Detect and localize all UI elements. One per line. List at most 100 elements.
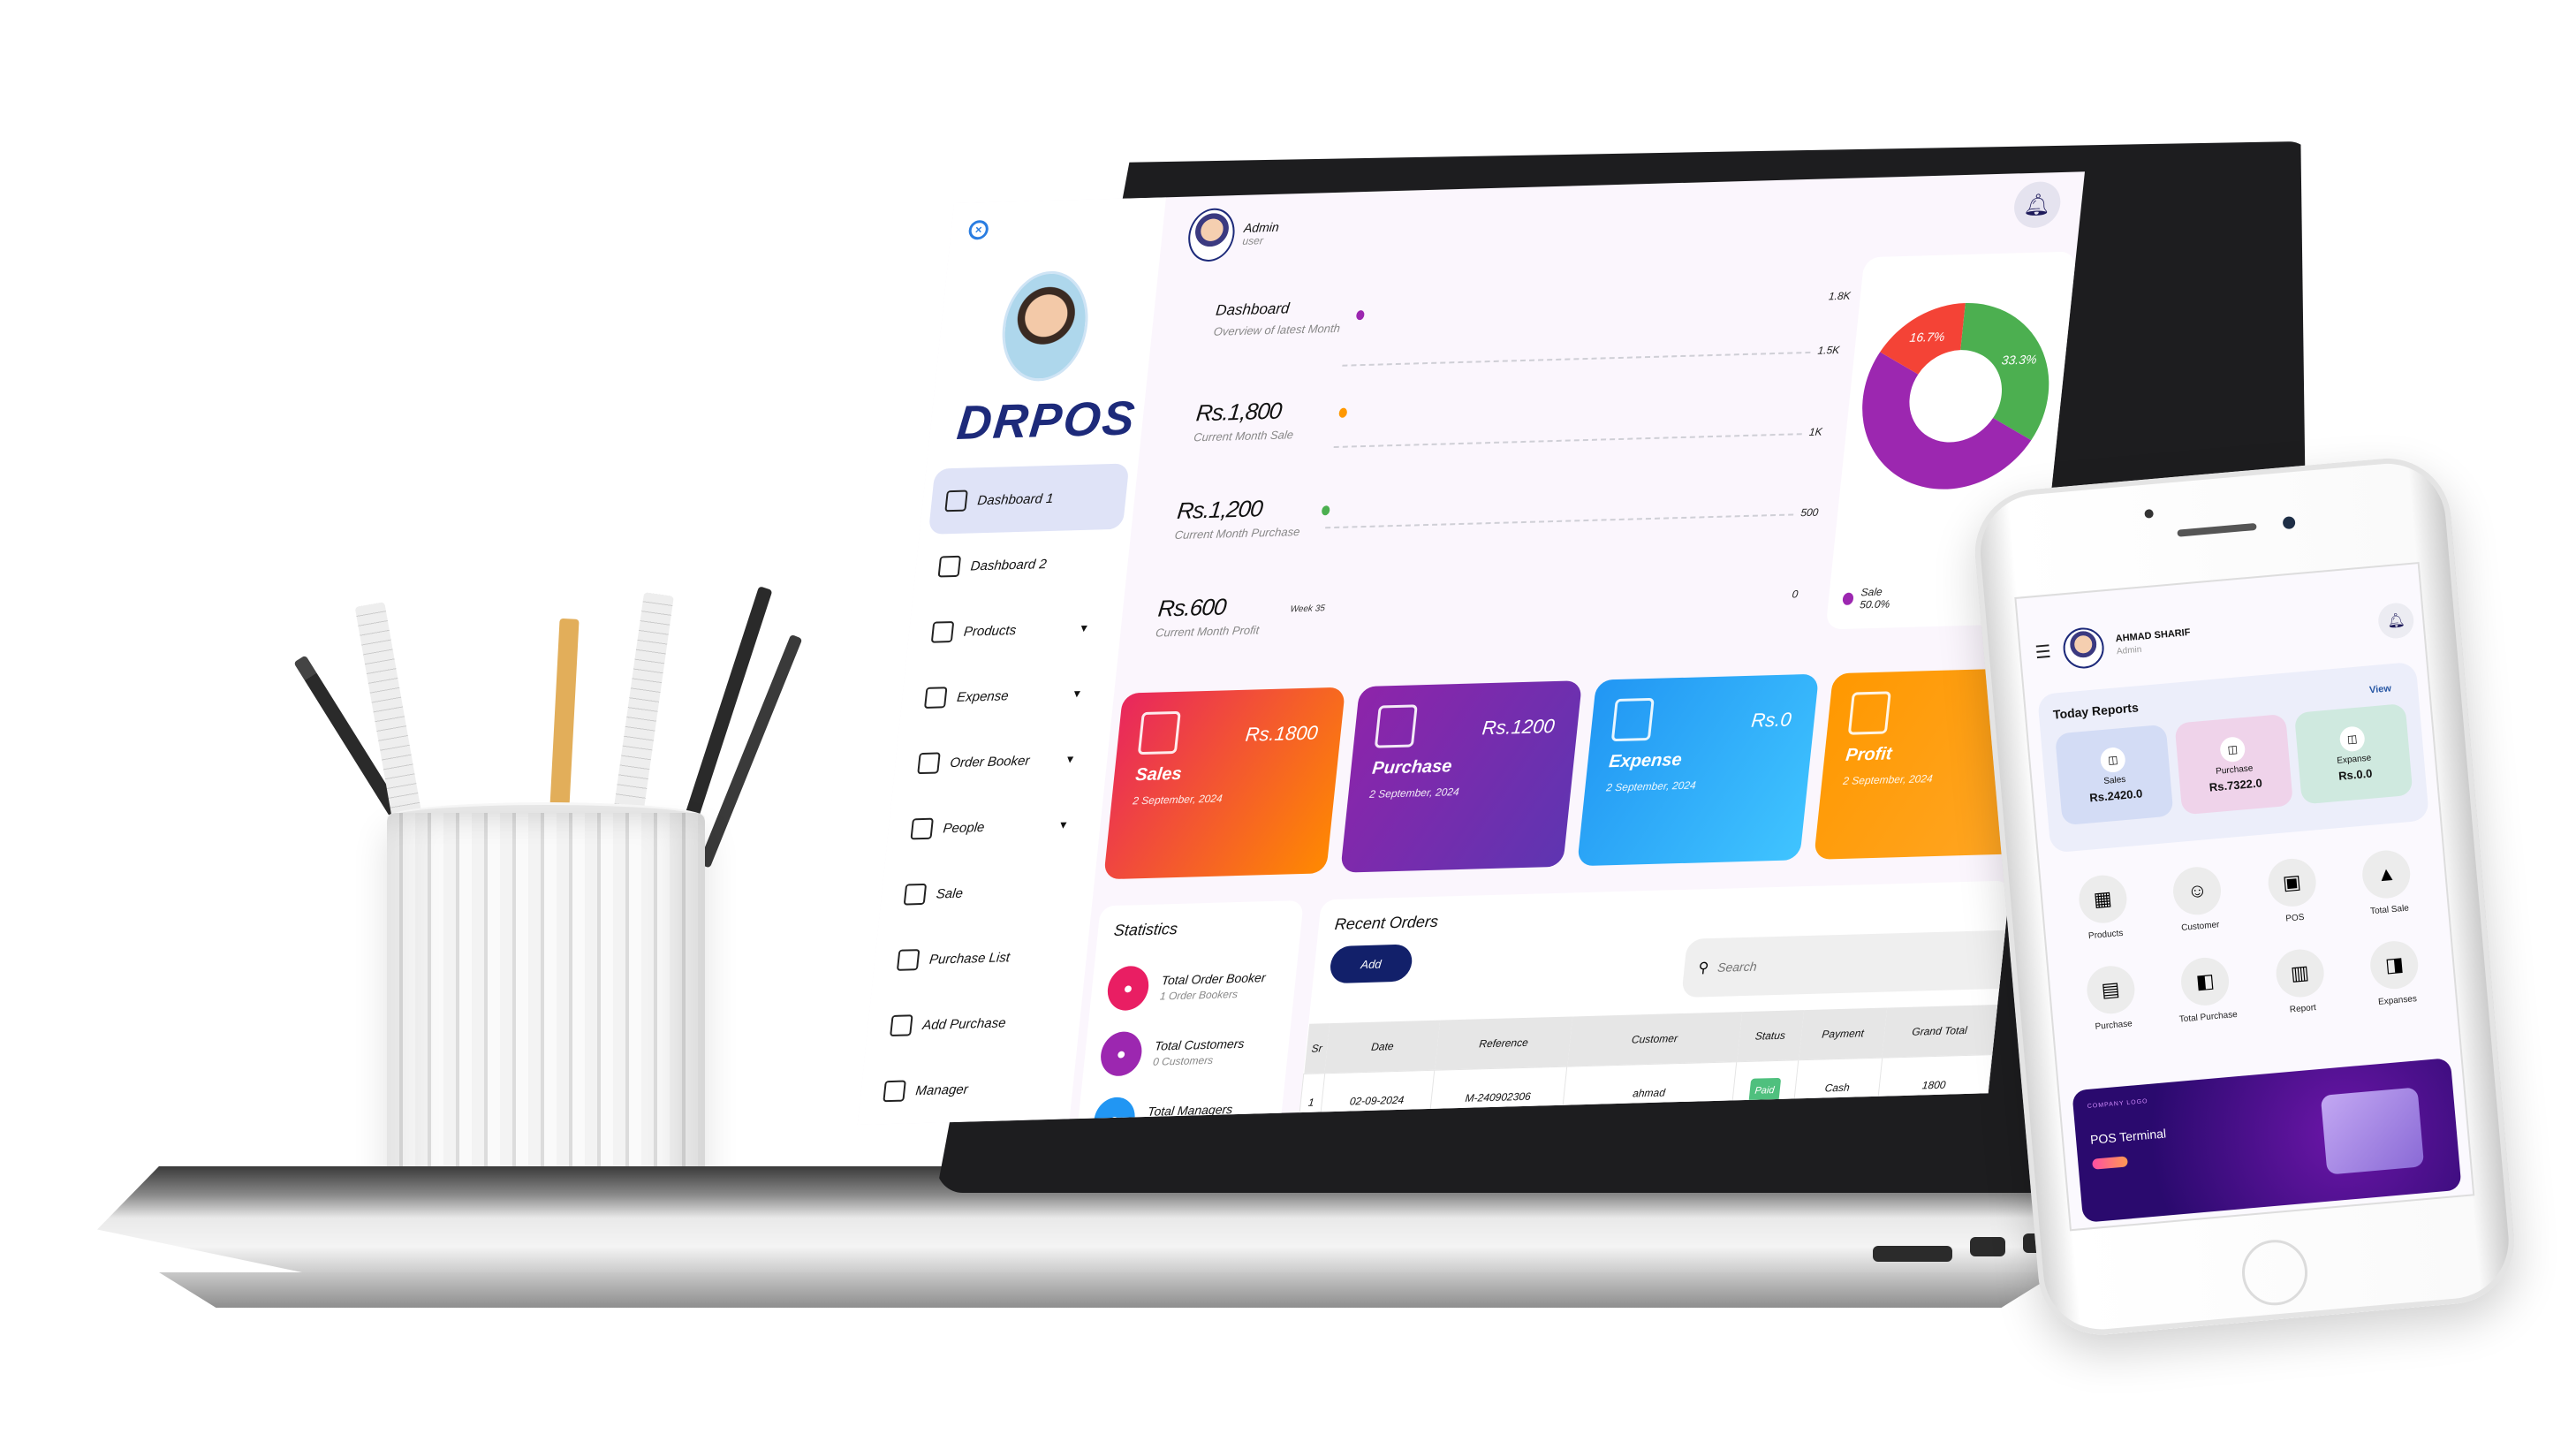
card-value: Rs.1200 (1481, 714, 1557, 740)
card-title: Sales (1134, 763, 1183, 786)
sidebar-item-dashboard-1[interactable]: Dashboard 1 (928, 463, 1130, 535)
online-purchase-icon: ▤ (2084, 964, 2137, 1016)
donut-slice-purchase[interactable] (1951, 300, 2058, 443)
menu-item-purchase[interactable]: ▤ Purchase (2061, 962, 2161, 1035)
gridline (1342, 351, 1811, 367)
stat-text: Total Customers 0 Customers (1153, 1036, 1246, 1067)
boxes-icon: ▦ (2076, 873, 2129, 925)
shopping-bag-icon (1374, 704, 1418, 748)
report-card-purchase[interactable]: ◫ Purchase Rs.7322.0 (2174, 713, 2294, 816)
menu-item-total-purchase[interactable]: ◧ Total Purchase (2156, 953, 2255, 1026)
statistics-panel: Statistics ● Total Order Booker 1 Order Bo… (1076, 899, 1304, 1126)
menu-item-customer[interactable]: ☺ Customer (2148, 863, 2247, 936)
summary-card-purchase[interactable]: Rs.1200 Purchase 2 September, 2024 (1340, 680, 1583, 873)
column-header[interactable]: Customer (1567, 1012, 1742, 1066)
column-header[interactable]: Payment (1798, 1007, 1888, 1060)
stat-label: Current Month Sale (1193, 428, 1294, 444)
gridline (1333, 432, 1802, 448)
phone-user-avatar (2061, 626, 2106, 671)
legend-label: Sale (1860, 585, 1883, 599)
overview-chart: Dashboard Overview of latest Month Rs.1,… (1142, 285, 1852, 675)
stat-row[interactable]: ● Total Customers 0 Customers (1097, 1017, 1276, 1088)
phone-menu-grid: ▦ Products ☺ Customer ▣ POS ▲ Total Sale ▤ Purcha… (2053, 846, 2445, 1035)
phone-notification-button[interactable]: 🔔︎ (2376, 601, 2415, 641)
products-icon (930, 620, 955, 643)
report-card-sales[interactable]: ◫ Sales Rs.2420.0 (2054, 724, 2174, 826)
pos-terminal-banner[interactable]: COMPANY LOGO POS Terminal (2072, 1058, 2462, 1223)
add-order-button[interactable]: Add (1328, 944, 1414, 984)
menu-item-label: POS (2284, 912, 2305, 924)
laptop-port-hdmi (1873, 1246, 1952, 1262)
stat-month-sale: Rs.1,800 Current Month Sale (1193, 397, 1298, 444)
notification-button[interactable]: 🔔︎ (2012, 180, 2063, 229)
donut-data-label: 33.3% (2001, 352, 2037, 367)
statistics-title: Statistics (1112, 919, 1179, 939)
customer-icon: ☺ (2171, 865, 2224, 917)
column-header[interactable]: Grand Total (1882, 1005, 1997, 1058)
legend-value: 50.0% (1859, 597, 1891, 611)
menu-item-products[interactable]: ▦ Products (2053, 871, 2153, 944)
stat-label: Current Month Profit (1155, 623, 1261, 640)
close-circle-icon: × (974, 223, 983, 237)
report-value: Rs.7322.0 (2209, 776, 2263, 794)
report-value: Rs.0.0 (2337, 766, 2373, 783)
sidebar-avatar (996, 269, 1094, 383)
menu-item-label: Total Sale (2369, 903, 2410, 917)
report-value: Rs.2420.0 (2088, 786, 2143, 805)
menu-item-pos[interactable]: ▣ POS (2242, 854, 2342, 927)
search-box[interactable]: ⚲ (1681, 930, 2024, 998)
stat-label: Current Month Purchase (1174, 525, 1301, 543)
report-label: Expanse (2336, 753, 2372, 766)
overview-title: Dashboard (1215, 300, 1291, 319)
column-header[interactable]: Date (1324, 1020, 1441, 1074)
close-sidebar-button[interactable]: × (967, 219, 989, 240)
sidebar-item-add-purchase[interactable]: Add Purchase (873, 988, 1074, 1059)
card-date: 2 September, 2024 (1605, 778, 1697, 794)
shopping-bag-icon (890, 1014, 913, 1037)
report-label: Purchase (2215, 763, 2254, 777)
recent-orders-title: Recent Orders (1333, 912, 1440, 933)
data-point-purchase[interactable] (1338, 407, 1348, 418)
bell-icon: 🔔︎ (2022, 192, 2052, 217)
today-reports-row: ◫ Sales Rs.2420.0 ◫ Purchase Rs.7322.0 ◫ Expans… (2054, 702, 2413, 826)
search-input[interactable] (1716, 952, 1984, 975)
sidebar-item-purchase-list[interactable]: Purchase List (880, 922, 1081, 993)
sidebar-item-label: Manager (914, 1082, 969, 1098)
menu-item-label: Purchase (2095, 1019, 2133, 1032)
sidebar-item-label: Products (963, 622, 1018, 640)
hamburger-icon[interactable]: ☰ (2034, 640, 2052, 663)
column-header[interactable]: Reference (1435, 1016, 1573, 1070)
data-point-sale[interactable] (1355, 310, 1365, 321)
people-icon: ● (1098, 1030, 1144, 1077)
sidebar-item-dashboard-2[interactable]: Dashboard 2 (921, 529, 1123, 600)
report-card-expanse[interactable]: ◫ Expanse Rs.0.0 (2293, 702, 2413, 805)
data-point-profit[interactable] (1321, 505, 1330, 516)
y-tick-label: 1K (1808, 425, 1823, 438)
card-title: Purchase (1371, 756, 1453, 778)
card-terminal-icon: ▣ (2266, 856, 2318, 909)
sidebar-item-manager[interactable]: Manager (867, 1053, 1068, 1124)
stat-value: Rs.1,200 (1176, 495, 1264, 524)
sidebar-item-label: Dashboard 1 (976, 490, 1055, 508)
menu-item-total-sale[interactable]: ▲ Total Sale (2337, 846, 2437, 919)
stat-row[interactable]: ● Total Order Booker 1 Order Bookers (1104, 952, 1283, 1022)
column-header[interactable]: Status (1737, 1010, 1804, 1062)
report-icon: ▥ (2274, 947, 2326, 999)
banner-cta-button[interactable] (2092, 1156, 2128, 1170)
y-tick-label: 0 (1791, 588, 1799, 601)
truck-icon: ◧ (2179, 955, 2231, 1008)
phone-screen: ☰ AHMAD SHARIF Admin 🔔︎ Today Reports Vi… (2014, 561, 2475, 1232)
stat-month-purchase: Rs.1,200 Current Month Purchase (1174, 494, 1304, 542)
card-date: 2 September, 2024 (1132, 792, 1224, 808)
summary-card-expense[interactable]: Rs.0 Expense 2 September, 2024 (1577, 673, 1820, 867)
sidebar-item-products[interactable]: Products ▼ (914, 595, 1116, 665)
menu-item-report[interactable]: ▥ Report (2250, 945, 2350, 1018)
topbar-user[interactable]: Admin user (1186, 207, 1281, 262)
sidebar-item-label: Purchase List (928, 949, 1011, 968)
menu-item-expanses[interactable]: ◨ Expanses (2345, 937, 2445, 1010)
summary-card-sales[interactable]: Rs.1800 Sales 2 September, 2024 (1103, 687, 1346, 880)
caret-down-icon[interactable]: ▼ (1078, 622, 1089, 634)
menu-item-label: Customer (2180, 920, 2220, 933)
shopping-bag-icon: ◫ (2219, 736, 2246, 763)
view-reports-link[interactable]: View (2369, 683, 2392, 695)
